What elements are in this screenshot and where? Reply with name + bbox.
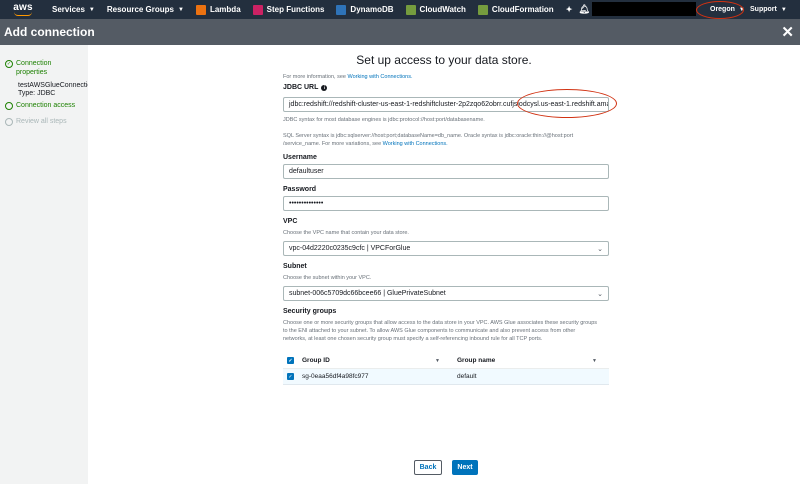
resource-groups-label: Resource Groups xyxy=(106,5,175,14)
shortcut-label: CloudWatch xyxy=(419,5,466,14)
table-header: ✓ Group ID ▼ Group name ▼ xyxy=(283,353,609,369)
row-checkbox[interactable]: ✓ xyxy=(287,373,294,380)
shortcut-label: Step Functions xyxy=(266,5,325,14)
info-text: For more information, see Working with C… xyxy=(283,73,413,81)
support-label: Support xyxy=(750,6,777,13)
jdbc-url-label-text: JDBC URL xyxy=(283,84,319,91)
chevron-down-icon: ⌄ xyxy=(597,291,603,298)
jdbc-url-label: JDBC URL i xyxy=(283,84,328,91)
shortcut-lambda[interactable]: Lambda xyxy=(190,0,247,19)
back-button[interactable]: Back xyxy=(414,460,442,475)
redacted-account xyxy=(592,2,696,16)
main-panel: Set up access to your data store. For mo… xyxy=(88,45,800,484)
support-menu[interactable]: Support ▼ xyxy=(744,0,793,19)
vpc-select-value: vpc-04d2220c0235c9cfc | VPCForGlue xyxy=(289,245,411,252)
shortcut-label: Lambda xyxy=(209,5,241,14)
annotation-ellipse-region xyxy=(696,1,744,19)
step-label: Connection access xyxy=(16,102,76,109)
aws-logo[interactable]: aws xyxy=(0,0,46,19)
column-header-group-id[interactable]: Group ID xyxy=(302,357,457,364)
lambda-icon xyxy=(195,4,206,15)
shortcut-cloudwatch[interactable]: CloudWatch xyxy=(400,0,472,19)
shortcut-cloudformation[interactable]: CloudFormation xyxy=(472,0,560,19)
chevron-down-icon: ⌄ xyxy=(597,246,603,253)
sort-icon[interactable]: ▼ xyxy=(592,358,597,364)
column-header-group-name[interactable]: Group name xyxy=(457,357,495,364)
jdbc-hint-variations-text: /service_name. For more variations, see xyxy=(283,141,382,147)
jdbc-hint-sql: SQL Server syntax is jdbc:sqlserver://ho… xyxy=(283,133,574,139)
group-id-cell: sg-0eaa56df4a98fc977 xyxy=(302,373,369,380)
page-title: Add connection xyxy=(4,25,95,39)
services-menu[interactable]: Services ▼ xyxy=(46,0,101,19)
chevron-down-icon: ▼ xyxy=(88,6,95,13)
sort-icon[interactable]: ▼ xyxy=(435,358,440,364)
security-groups-table: ✓ Group ID ▼ Group name ▼ ✓ sg-0eaa56df4… xyxy=(283,353,609,385)
shortcut-label: DynamoDB xyxy=(350,5,394,14)
working-with-connections-link-2[interactable]: Working with Connections. xyxy=(383,141,448,147)
password-input[interactable]: •••••••••••••• xyxy=(283,196,609,211)
working-with-connections-link[interactable]: Working with Connections. xyxy=(348,74,413,80)
shortcut-step-functions[interactable]: Step Functions xyxy=(247,0,331,19)
select-all-checkbox[interactable]: ✓ xyxy=(287,357,294,364)
jdbc-hint: JDBC syntax for most database engines is… xyxy=(283,117,485,123)
cloudformation-icon xyxy=(477,4,488,15)
security-groups-hint-2: to the ENI attached to your subnet. To a… xyxy=(283,328,576,334)
shortcut-label: CloudFormation xyxy=(491,5,554,14)
shortcut-dynamodb[interactable]: DynamoDB xyxy=(330,0,399,19)
vpc-select[interactable]: vpc-04d2220c0235c9cfc | VPCForGlue ⌄ xyxy=(283,241,609,256)
step-label: Connection properties xyxy=(16,60,52,76)
pin-icon[interactable]: ✦ xyxy=(566,5,573,14)
security-groups-hint-1: Choose one or more security groups that … xyxy=(283,320,598,326)
vpc-hint: Choose the VPC name that contain your da… xyxy=(283,230,409,236)
close-icon[interactable]: ✕ xyxy=(781,23,794,41)
bell-icon[interactable]: 🔔︎ xyxy=(578,4,589,15)
info-icon[interactable]: i xyxy=(321,85,328,91)
subnet-select-value: subnet-006c5709dc66bcee66 | GluePrivateS… xyxy=(289,290,446,297)
security-groups-hint-3: networks, at least one chosen security g… xyxy=(283,336,543,342)
password-label: Password xyxy=(283,186,317,193)
subnet-hint: Choose the subnet within your VPC. xyxy=(283,275,372,281)
security-groups-label: Security groups xyxy=(283,308,337,315)
subnet-select[interactable]: subnet-006c5709dc66bcee66 | GluePrivateS… xyxy=(283,286,609,301)
next-button[interactable]: Next xyxy=(452,460,478,475)
vpc-label: VPC xyxy=(283,218,298,225)
username-label: Username xyxy=(283,154,317,161)
username-input[interactable]: defaultuser xyxy=(283,164,609,179)
chevron-down-icon: ▼ xyxy=(178,6,184,13)
step-detail-type: Type: JDBC xyxy=(18,90,56,97)
dynamodb-icon xyxy=(336,4,347,15)
step-functions-icon xyxy=(252,4,263,15)
jdbc-hint-variations: /service_name. For more variations, see … xyxy=(283,140,448,148)
table-row[interactable]: ✓ sg-0eaa56df4a98fc977 default xyxy=(283,369,609,385)
chevron-down-icon: ▼ xyxy=(780,6,787,13)
step-connection-access[interactable]: Connection access xyxy=(5,101,75,110)
group-name-cell: default xyxy=(457,373,477,380)
services-label: Services xyxy=(52,5,85,14)
resource-groups-menu[interactable]: Resource Groups ▼ xyxy=(101,0,190,19)
title-bar: Add connection ✕ xyxy=(0,19,800,45)
circle-icon xyxy=(5,102,13,110)
section-heading: Set up access to your data store. xyxy=(356,53,532,67)
step-label: Review all steps xyxy=(16,118,67,125)
circle-icon xyxy=(5,118,13,126)
aws-smile-icon xyxy=(14,12,32,16)
annotation-ellipse-jdbc-url xyxy=(517,89,617,118)
step-review-all-steps[interactable]: Review all steps xyxy=(5,117,67,126)
check-icon: ✓ xyxy=(5,60,13,68)
cloudwatch-icon xyxy=(405,4,416,15)
subnet-label: Subnet xyxy=(283,263,307,270)
step-connection-properties[interactable]: ✓ Connection properties xyxy=(5,59,76,77)
steps-sidebar: ✓ Connection properties testAWSGlueConne… xyxy=(0,45,95,484)
step-detail-name: testAWSGlueConnection xyxy=(18,82,96,89)
info-prefix: For more information, see xyxy=(283,74,346,80)
